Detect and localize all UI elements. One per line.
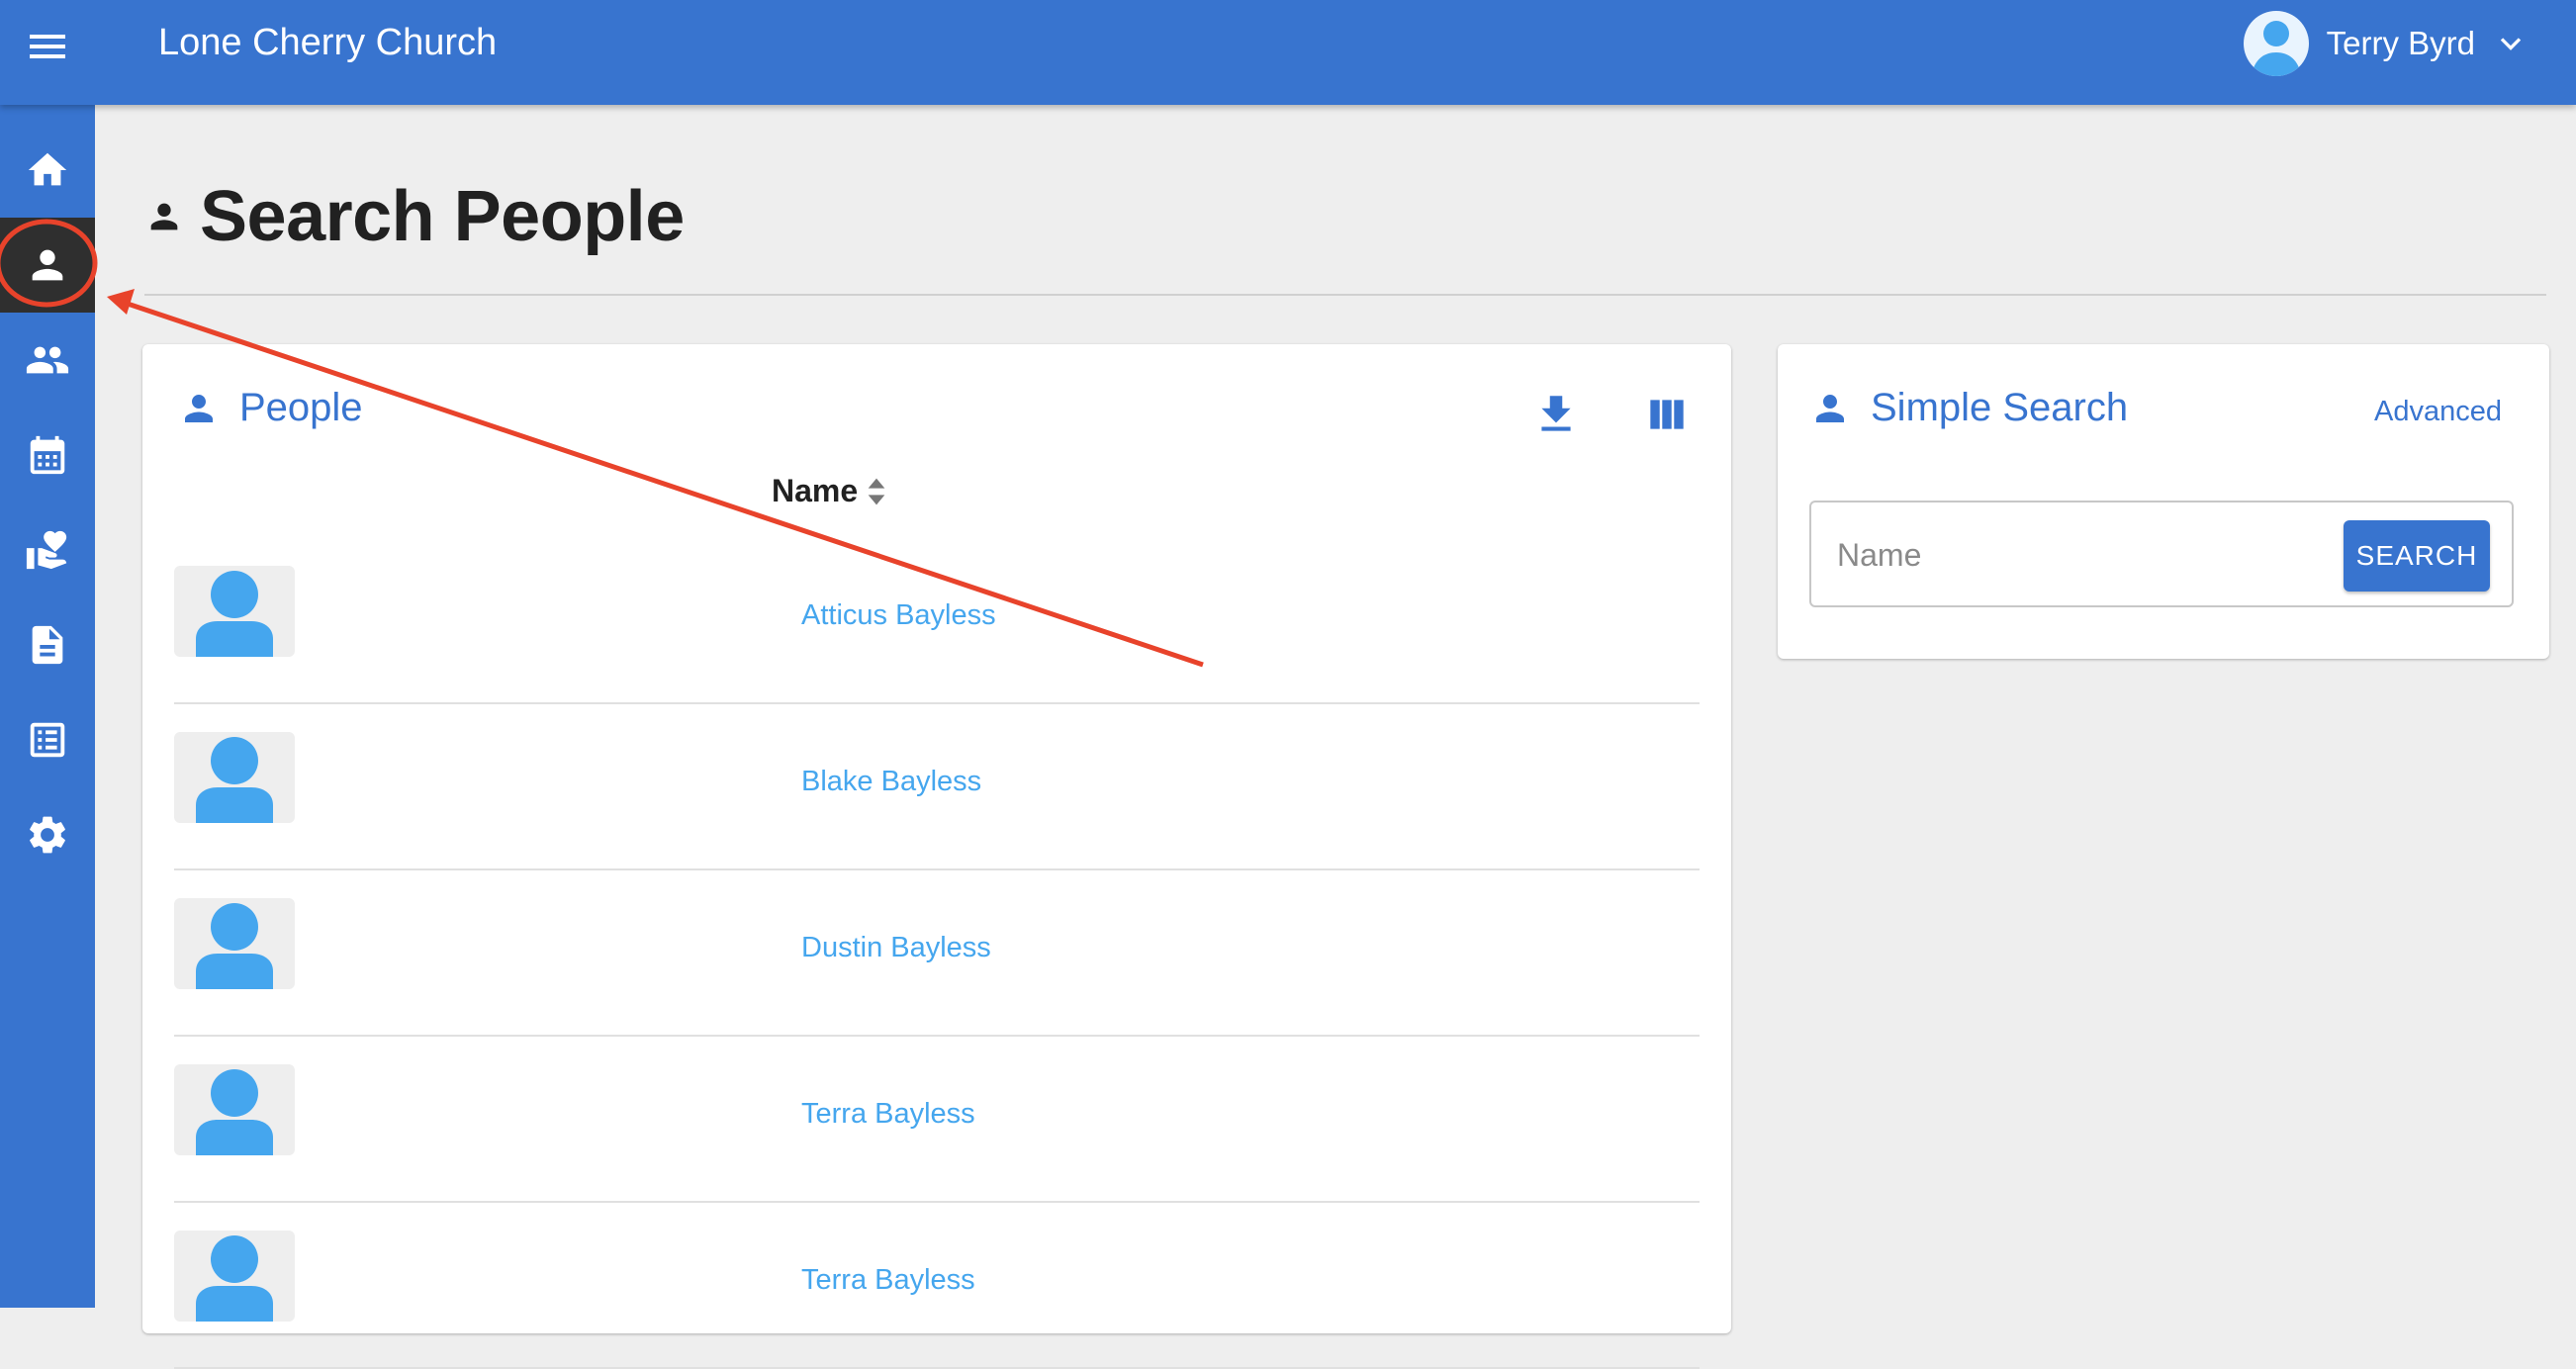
- person-photo: [174, 732, 295, 823]
- table-row: Terra Bayless: [174, 1037, 1700, 1203]
- page-title: Search People: [200, 177, 685, 256]
- name-column-header[interactable]: Name: [772, 473, 887, 509]
- person-name-link[interactable]: Terra Bayless: [801, 1098, 975, 1131]
- hamburger-menu-icon[interactable]: [24, 23, 71, 70]
- sort-icon: [868, 478, 885, 504]
- table-row: Terra Bayless: [174, 1203, 1700, 1369]
- list-icon: [30, 722, 65, 758]
- people-card: People Name Atticus Bayless Blake Bayles…: [142, 344, 1731, 1369]
- sidebar-item-dashboard[interactable]: [0, 123, 95, 218]
- sidebar-item-people[interactable]: [0, 218, 95, 313]
- columns-icon[interactable]: [1642, 390, 1692, 439]
- sidebar-nav: [0, 105, 95, 1308]
- people-card-title-label: People: [239, 386, 363, 429]
- table-row: Dustin Bayless: [174, 870, 1700, 1037]
- person-icon: [150, 203, 178, 230]
- person-icon: [32, 249, 63, 281]
- search-button[interactable]: SEARCH: [2344, 520, 2490, 592]
- table-row: Atticus Bayless: [174, 538, 1700, 704]
- people-card-title: People: [178, 386, 363, 430]
- groups-icon: [26, 346, 69, 374]
- person-photo: [174, 1064, 295, 1155]
- user-menu[interactable]: Terry Byrd: [2243, 8, 2529, 79]
- advanced-search-link[interactable]: Advanced: [2374, 396, 2502, 428]
- search-box: SEARCH: [1809, 501, 2514, 607]
- person-name-link[interactable]: Blake Bayless: [801, 766, 981, 798]
- simple-search-title: Simple Search: [1809, 386, 2128, 430]
- user-avatar: [2243, 11, 2309, 76]
- person-photo: [174, 1231, 295, 1322]
- table-row: Blake Bayless: [174, 704, 1700, 870]
- donations-icon: [26, 530, 67, 570]
- sidebar-item-donations[interactable]: [0, 502, 95, 597]
- download-icon[interactable]: [1531, 390, 1581, 439]
- simple-search-title-label: Simple Search: [1871, 386, 2129, 429]
- header-divider: [144, 294, 2546, 296]
- annotation-arrowhead: [107, 289, 135, 315]
- name-column-label: Name: [772, 473, 859, 508]
- sidebar-item-forms[interactable]: [0, 597, 95, 692]
- person-name-link[interactable]: Terra Bayless: [801, 1264, 975, 1297]
- sidebar-item-attendance[interactable]: [0, 408, 95, 502]
- chevron-down-icon[interactable]: [2493, 26, 2529, 61]
- simple-search-card: Simple Search Advanced SEARCH: [1778, 344, 2549, 659]
- user-name: Terry Byrd: [2326, 25, 2475, 61]
- person-photo: [174, 566, 295, 657]
- sidebar-item-groups[interactable]: [0, 313, 95, 408]
- document-icon: [32, 625, 63, 665]
- app-title: Lone Cherry Church: [158, 22, 498, 63]
- person-photo: [174, 898, 295, 989]
- person-name-link[interactable]: Dustin Bayless: [801, 932, 991, 964]
- calendar-icon: [30, 435, 65, 475]
- home-icon: [28, 152, 67, 186]
- sidebar-item-settings[interactable]: [0, 787, 95, 882]
- top-app-bar: Lone Cherry Church Terry Byrd: [0, 0, 2576, 105]
- person-icon: [185, 394, 213, 422]
- sidebar-item-reports[interactable]: [0, 692, 95, 787]
- page-header: Search People: [144, 176, 685, 257]
- name-search-input[interactable]: [1835, 522, 2324, 588]
- person-name-link[interactable]: Atticus Bayless: [801, 599, 996, 632]
- person-icon: [1816, 394, 1844, 422]
- gear-icon: [30, 816, 65, 854]
